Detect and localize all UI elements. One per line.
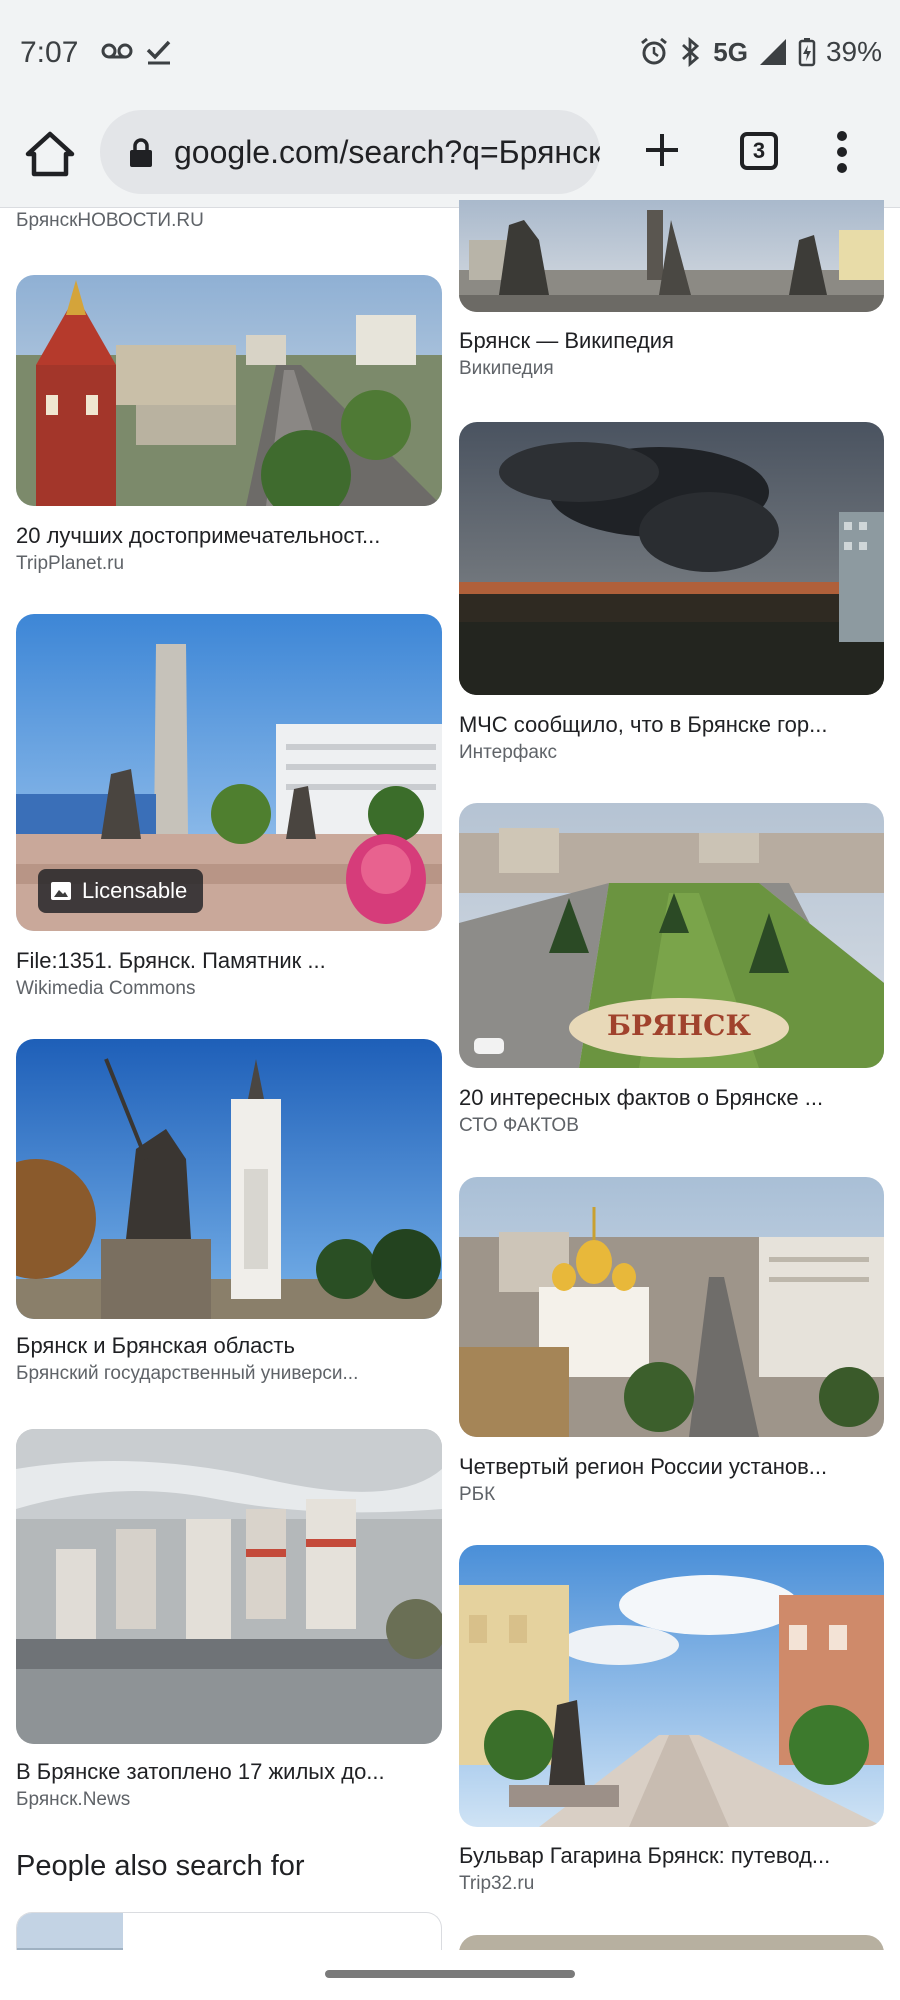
result-title[interactable]: Брянск — Википедия [459, 328, 884, 354]
image-result-card[interactable]: В Брянске затоплено 17 жилых до... Брянс… [16, 1429, 442, 1819]
result-title[interactable]: File:1351. Брянск. Памятник ... [16, 948, 436, 974]
battery-percent: 39% [825, 36, 882, 67]
result-source[interactable]: Wikimedia Commons [16, 978, 436, 1000]
image-result-card[interactable]: Бульвар Гагарина Брянск: путевод... Trip… [459, 1545, 884, 1895]
result-title[interactable]: Брянск и Брянская область [16, 1333, 436, 1359]
result-source[interactable]: Брянск.News [16, 1789, 436, 1811]
gesture-home-indicator[interactable] [325, 1970, 575, 1978]
image-result-card[interactable]: МЧС сообщило, что в Брянске гор... Интер… [459, 422, 884, 764]
alarm-icon [641, 37, 668, 65]
flowerbed-text: БРЯНСК [607, 1009, 751, 1042]
voicemail-icon [101, 43, 133, 59]
result-source[interactable]: Брянский государственный универси... [16, 1363, 436, 1385]
result-thumbnail[interactable] [16, 275, 442, 506]
image-result-card[interactable]: Licensable File:1351. Брянск. Памятник .… [16, 614, 442, 999]
result-title[interactable]: В Брянске затоплено 17 жилых до... [16, 1759, 436, 1785]
status-bar: 7:07 5G 39% [0, 0, 900, 104]
browser-toolbar: google.com/search?q=Брянск 3 [0, 104, 900, 208]
tab-switcher-button[interactable]: 3 [740, 132, 778, 170]
result-thumbnail[interactable]: БРЯНСК [459, 803, 884, 1068]
image-result-card[interactable]: Брянск — Википедия Википедия [459, 200, 884, 379]
home-icon[interactable] [24, 128, 76, 180]
result-source[interactable]: Интерфакс [459, 742, 879, 764]
result-title[interactable]: МЧС сообщило, что в Брянске гор... [459, 712, 879, 738]
result-source[interactable]: СТО ФАКТОВ [459, 1115, 879, 1137]
result-thumbnail[interactable]: Licensable [16, 614, 442, 931]
battery-icon [798, 38, 816, 67]
image-result-card[interactable]: 20 лучших достопримечательност... TripPl… [16, 275, 442, 580]
status-time: 7:07 [20, 36, 79, 69]
more-vert-icon[interactable] [836, 130, 848, 174]
result-title[interactable]: 20 лучших достопримечательност... [16, 523, 436, 549]
status-right: 5G 39% [639, 36, 882, 68]
network-type: 5G [713, 36, 748, 67]
signal-icon [759, 39, 786, 65]
result-thumbnail[interactable] [459, 422, 884, 695]
url-text: google.com/search?q=Брянск [174, 134, 600, 170]
url-bar[interactable]: google.com/search?q=Брянск [100, 110, 600, 194]
result-source[interactable]: БрянскНОВОСТИ.RU [16, 210, 204, 232]
result-thumbnail[interactable] [459, 1545, 884, 1827]
image-icon [51, 882, 71, 900]
check-icon [146, 40, 171, 65]
result-thumbnail[interactable] [459, 200, 884, 312]
image-result-card[interactable]: Брянск и Брянская область Брянский госуд… [16, 1039, 442, 1389]
new-tab-plus-icon[interactable] [642, 130, 682, 170]
result-source[interactable]: РБК [459, 1484, 879, 1506]
result-thumbnail[interactable] [16, 1039, 442, 1319]
result-title[interactable]: Бульвар Гагарина Брянск: путевод... [459, 1843, 879, 1869]
result-title[interactable]: 20 интересных фактов о Брянске ... [459, 1085, 879, 1111]
result-thumbnail[interactable] [16, 1429, 442, 1744]
lock-icon [130, 138, 152, 167]
result-source[interactable]: TripPlanet.ru [16, 553, 436, 575]
licensable-badge: Licensable [38, 869, 204, 913]
result-thumbnail[interactable] [459, 1177, 884, 1437]
badge-label: Licensable [82, 878, 188, 903]
image-result-card[interactable]: БРЯНСК 20 интересных фактов о Брянске ..… [459, 803, 884, 1138]
result-source[interactable]: Trip32.ru [459, 1873, 879, 1895]
people-also-search-heading: People also search for [16, 1850, 305, 1882]
bluetooth-icon [682, 37, 700, 67]
result-title[interactable]: Четвертый регион России установ... [459, 1454, 879, 1480]
image-result-card[interactable]: Четвертый регион России установ... РБК [459, 1177, 884, 1512]
result-source[interactable]: Википедия [459, 358, 884, 380]
